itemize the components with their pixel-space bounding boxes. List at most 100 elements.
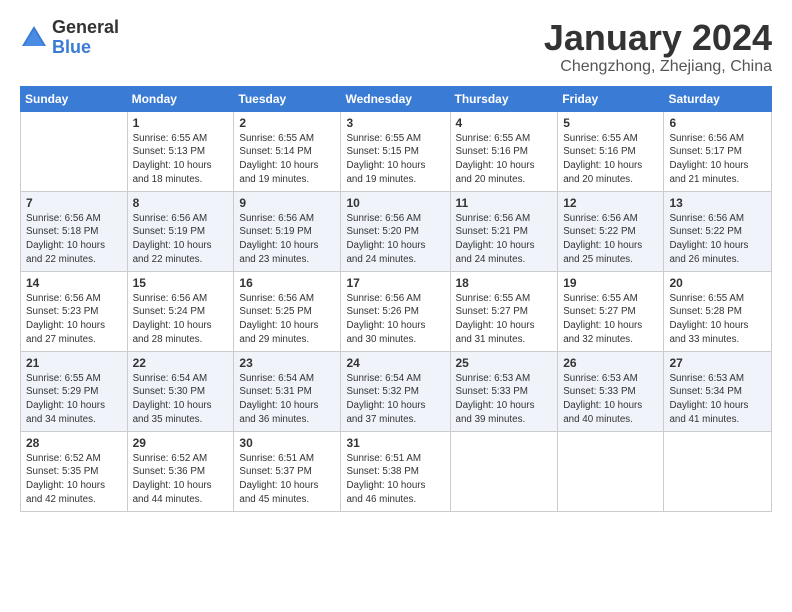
day-number: 28 [26, 436, 122, 450]
day-number: 23 [239, 356, 335, 370]
table-cell: 13 Sunrise: 6:56 AMSunset: 5:22 PMDayligh… [664, 191, 772, 271]
table-cell: 22 Sunrise: 6:54 AMSunset: 5:30 PMDayligh… [127, 351, 234, 431]
col-saturday: Saturday [664, 86, 772, 111]
day-number: 31 [346, 436, 444, 450]
calendar-week-row: 14 Sunrise: 6:56 AMSunset: 5:23 PMDayligh… [21, 271, 772, 351]
table-cell: 16 Sunrise: 6:56 AMSunset: 5:25 PMDayligh… [234, 271, 341, 351]
col-wednesday: Wednesday [341, 86, 450, 111]
header: General Blue January 2024 Chengzhong, Zh… [20, 18, 772, 76]
day-number: 26 [563, 356, 658, 370]
day-number: 9 [239, 196, 335, 210]
day-info: Sunrise: 6:56 AMSunset: 5:17 PMDaylight:… [669, 132, 766, 187]
day-number: 16 [239, 276, 335, 290]
table-cell: 3Sunrise: 6:55 AMSunset: 5:15 PMDaylight… [341, 111, 450, 191]
table-cell: 4 Sunrise: 6:55 AMSunset: 5:16 PMDaylight… [450, 111, 558, 191]
day-info: Sunrise: 6:52 AMSunset: 5:36 PMDaylight:… [133, 452, 229, 507]
day-info: Sunrise: 6:56 AMSunset: 5:18 PMDaylight:… [26, 212, 122, 267]
day-number: 10 [346, 196, 444, 210]
day-info: Sunrise: 6:56 AMSunset: 5:24 PMDaylight:… [133, 292, 229, 347]
day-number: 27 [669, 356, 766, 370]
day-info: Sunrise: 6:53 AMSunset: 5:33 PMDaylight:… [456, 372, 553, 427]
col-tuesday: Tuesday [234, 86, 341, 111]
day-info: Sunrise: 6:55 AMSunset: 5:16 PMDaylight:… [456, 132, 553, 187]
day-number: 5 [563, 116, 658, 130]
day-number: 4 [456, 116, 553, 130]
day-info: Sunrise: 6:54 AMSunset: 5:30 PMDaylight:… [133, 372, 229, 427]
day-number: 30 [239, 436, 335, 450]
day-info: Sunrise: 6:55 AMSunset: 5:27 PMDaylight:… [456, 292, 553, 347]
table-cell: 30 Sunrise: 6:51 AMSunset: 5:37 PMDayligh… [234, 431, 341, 511]
day-info: Sunrise: 6:56 AMSunset: 5:19 PMDaylight:… [133, 212, 229, 267]
calendar-week-row: 1 Sunrise: 6:55 AMSunset: 5:13 PMDaylight… [21, 111, 772, 191]
table-cell: 31 Sunrise: 6:51 AMSunset: 5:38 PMDayligh… [341, 431, 450, 511]
calendar-week-row: 28 Sunrise: 6:52 AMSunset: 5:35 PMDayligh… [21, 431, 772, 511]
day-number: 25 [456, 356, 553, 370]
day-number: 18 [456, 276, 553, 290]
day-info: Sunrise: 6:55 AMSunset: 5:13 PMDaylight:… [133, 132, 229, 187]
day-info: Sunrise: 6:56 AMSunset: 5:22 PMDaylight:… [669, 212, 766, 267]
col-sunday: Sunday [21, 86, 128, 111]
day-number: 15 [133, 276, 229, 290]
col-friday: Friday [558, 86, 664, 111]
table-cell: 5 Sunrise: 6:55 AMSunset: 5:16 PMDaylight… [558, 111, 664, 191]
day-number: 3 [346, 116, 444, 130]
day-info: Sunrise: 6:56 AMSunset: 5:19 PMDaylight:… [239, 212, 335, 267]
header-row: Sunday Monday Tuesday Wednesday Thursday… [21, 86, 772, 111]
day-number: 22 [133, 356, 229, 370]
day-info: Sunrise: 6:55 AMSunset: 5:28 PMDaylight:… [669, 292, 766, 347]
table-cell: 8 Sunrise: 6:56 AMSunset: 5:19 PMDaylight… [127, 191, 234, 271]
day-number: 12 [563, 196, 658, 210]
day-info: Sunrise: 6:55 AMSunset: 5:14 PMDaylight:… [239, 132, 335, 187]
table-cell: 14 Sunrise: 6:56 AMSunset: 5:23 PMDayligh… [21, 271, 128, 351]
day-info: Sunrise: 6:56 AMSunset: 5:25 PMDaylight:… [239, 292, 335, 347]
table-cell [21, 111, 128, 191]
calendar-table: Sunday Monday Tuesday Wednesday Thursday… [20, 86, 772, 512]
day-info: Sunrise: 6:56 AMSunset: 5:23 PMDaylight:… [26, 292, 122, 347]
day-number: 7 [26, 196, 122, 210]
day-number: 8 [133, 196, 229, 210]
day-number: 29 [133, 436, 229, 450]
day-info: Sunrise: 6:56 AMSunset: 5:22 PMDaylight:… [563, 212, 658, 267]
day-number: 20 [669, 276, 766, 290]
day-number: 14 [26, 276, 122, 290]
day-info: Sunrise: 6:56 AMSunset: 5:20 PMDaylight:… [346, 212, 444, 267]
day-info: Sunrise: 6:55 AMSunset: 5:29 PMDaylight:… [26, 372, 122, 427]
calendar-week-row: 21 Sunrise: 6:55 AMSunset: 5:29 PMDayligh… [21, 351, 772, 431]
page-container: General Blue January 2024 Chengzhong, Zh… [0, 0, 792, 524]
logo-blue: Blue [52, 37, 91, 57]
table-cell: 27 Sunrise: 6:53 AMSunset: 5:34 PMDayligh… [664, 351, 772, 431]
table-cell: 23Sunrise: 6:54 AMSunset: 5:31 PMDayligh… [234, 351, 341, 431]
day-info: Sunrise: 6:51 AMSunset: 5:38 PMDaylight:… [346, 452, 444, 507]
table-cell [450, 431, 558, 511]
day-info: Sunrise: 6:56 AMSunset: 5:26 PMDaylight:… [346, 292, 444, 347]
col-monday: Monday [127, 86, 234, 111]
table-cell: 19Sunrise: 6:55 AMSunset: 5:27 PMDayligh… [558, 271, 664, 351]
day-number: 24 [346, 356, 444, 370]
day-number: 13 [669, 196, 766, 210]
day-info: Sunrise: 6:51 AMSunset: 5:37 PMDaylight:… [239, 452, 335, 507]
day-number: 11 [456, 196, 553, 210]
table-cell: 10 Sunrise: 6:56 AMSunset: 5:20 PMDayligh… [341, 191, 450, 271]
day-number: 1 [133, 116, 229, 130]
day-info: Sunrise: 6:55 AMSunset: 5:16 PMDaylight:… [563, 132, 658, 187]
table-cell: 2 Sunrise: 6:55 AMSunset: 5:14 PMDaylight… [234, 111, 341, 191]
table-cell: 17Sunrise: 6:56 AMSunset: 5:26 PMDayligh… [341, 271, 450, 351]
calendar-week-row: 7 Sunrise: 6:56 AMSunset: 5:18 PMDaylight… [21, 191, 772, 271]
logo: General Blue [20, 18, 119, 58]
day-info: Sunrise: 6:52 AMSunset: 5:35 PMDaylight:… [26, 452, 122, 507]
table-cell: 9 Sunrise: 6:56 AMSunset: 5:19 PMDaylight… [234, 191, 341, 271]
table-cell [664, 431, 772, 511]
day-info: Sunrise: 6:56 AMSunset: 5:21 PMDaylight:… [456, 212, 553, 267]
day-number: 21 [26, 356, 122, 370]
day-number: 2 [239, 116, 335, 130]
table-cell: 18 Sunrise: 6:55 AMSunset: 5:27 PMDayligh… [450, 271, 558, 351]
day-info: Sunrise: 6:53 AMSunset: 5:34 PMDaylight:… [669, 372, 766, 427]
table-cell: 21 Sunrise: 6:55 AMSunset: 5:29 PMDayligh… [21, 351, 128, 431]
day-number: 19 [563, 276, 658, 290]
table-cell: 24Sunrise: 6:54 AMSunset: 5:32 PMDayligh… [341, 351, 450, 431]
location-subtitle: Chengzhong, Zhejiang, China [544, 58, 772, 76]
logo-icon [20, 24, 48, 52]
table-cell: 1 Sunrise: 6:55 AMSunset: 5:13 PMDaylight… [127, 111, 234, 191]
table-cell: 28 Sunrise: 6:52 AMSunset: 5:35 PMDayligh… [21, 431, 128, 511]
day-number: 6 [669, 116, 766, 130]
